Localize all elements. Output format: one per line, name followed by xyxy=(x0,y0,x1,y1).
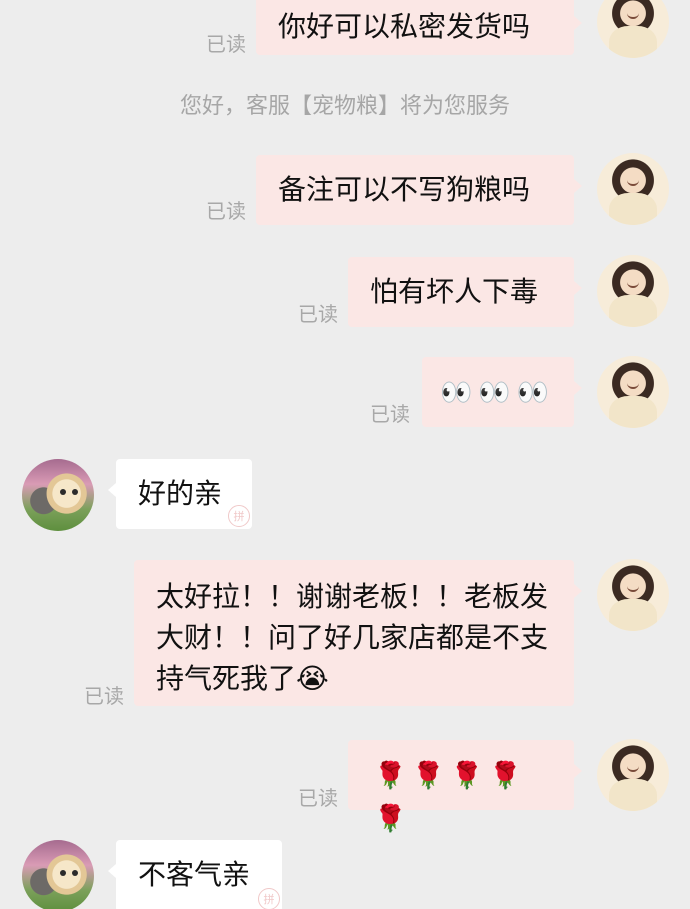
message-text: 好的亲 xyxy=(138,477,223,510)
my-avatar[interactable] xyxy=(597,739,669,811)
message-bubble-outgoing[interactable]: 备注可以不写狗粮吗 xyxy=(256,155,582,225)
my-avatar[interactable] xyxy=(597,356,669,428)
read-receipt: 已读 xyxy=(206,32,246,56)
read-receipt: 已读 xyxy=(370,402,410,426)
watermark-icon: 拼 xyxy=(258,888,280,909)
message-text: 太好拉！！谢谢老板！！老板发大财！！问了好几家店都是不支持气死我了😭 xyxy=(156,580,549,695)
message-text: 备注可以不写狗粮吗 xyxy=(278,173,531,206)
shop-avatar[interactable] xyxy=(22,459,94,531)
read-receipt: 已读 xyxy=(84,684,124,708)
shop-avatar[interactable] xyxy=(22,840,94,909)
message-bubble-outgoing[interactable]: 你好可以私密发货吗 xyxy=(256,0,582,55)
read-receipt: 已读 xyxy=(298,302,338,326)
my-avatar[interactable] xyxy=(597,559,669,631)
my-avatar[interactable] xyxy=(597,0,669,58)
message-text: 不客气亲 xyxy=(138,858,251,891)
read-receipt: 已读 xyxy=(206,199,246,223)
message-bubble-outgoing[interactable]: 太好拉！！谢谢老板！！老板发大财！！问了好几家店都是不支持气死我了😭 xyxy=(134,560,582,706)
message-bubble-outgoing[interactable]: 🌹🌹🌹🌹🌹 xyxy=(348,740,582,834)
read-receipt: 已读 xyxy=(298,786,338,810)
my-avatar[interactable] xyxy=(597,255,669,327)
watermark-icon: 拼 xyxy=(228,505,250,527)
my-avatar[interactable] xyxy=(597,153,669,225)
chat-window: 已读 你好可以私密发货吗 您好，客服【宠物粮】将为您服务 已读 备注可以不写狗粮… xyxy=(0,0,690,909)
message-text: 你好可以私密发货吗 xyxy=(278,10,531,43)
rose-emoji: 🌹🌹🌹🌹🌹 xyxy=(374,761,528,834)
message-text: 怕有坏人下毒 xyxy=(370,275,539,308)
message-bubble-incoming[interactable]: 不客气亲 拼 xyxy=(108,840,282,909)
message-bubble-incoming[interactable]: 好的亲 拼 xyxy=(108,459,252,529)
message-bubble-outgoing[interactable]: 👀👀👀 xyxy=(422,357,582,427)
system-notice: 您好，客服【宠物粮】将为您服务 xyxy=(179,94,510,119)
eyes-emoji: 👀👀👀 xyxy=(440,378,556,408)
message-bubble-outgoing[interactable]: 怕有坏人下毒 xyxy=(348,257,582,327)
